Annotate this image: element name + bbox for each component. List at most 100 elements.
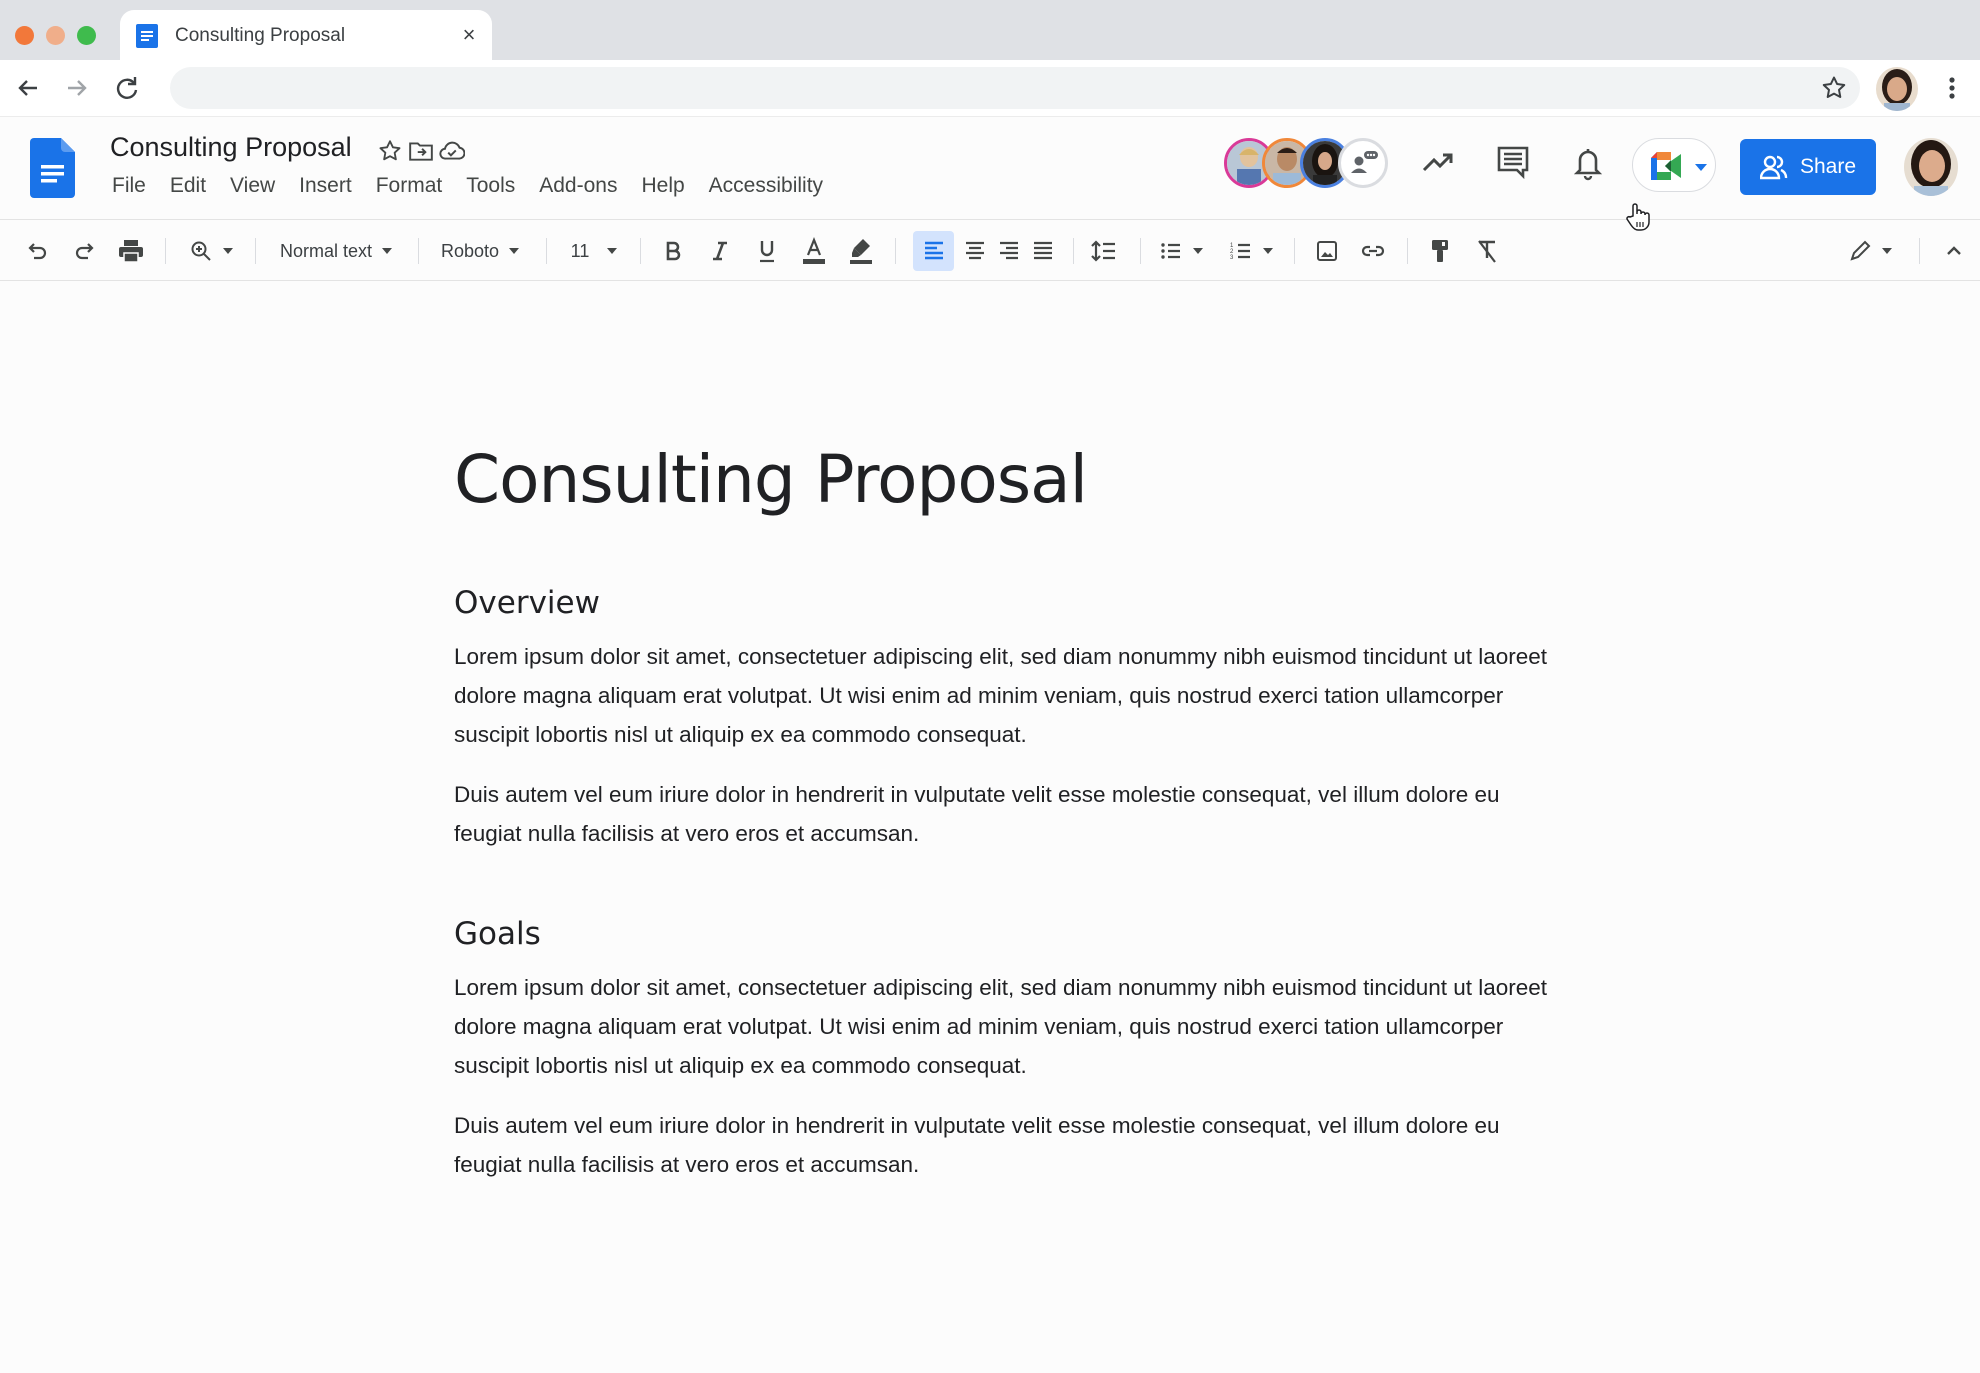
formatting-toolbar: Normal text Roboto 11 1 2 3: [0, 219, 1980, 281]
document-heading-title: Consulting Proposal: [454, 441, 1088, 518]
chevron-down-icon: [509, 248, 520, 254]
svg-text:3: 3: [1230, 255, 1234, 261]
toolbar-divider: [1073, 238, 1074, 264]
docs-home-logo-icon[interactable]: [30, 138, 75, 198]
chevron-down-icon: [607, 248, 618, 254]
align-justify-icon[interactable]: [1028, 235, 1058, 267]
more-vert-icon[interactable]: [1940, 72, 1964, 104]
share-people-icon: [1759, 155, 1788, 180]
zoom-icon: [191, 241, 211, 261]
address-bar[interactable]: [170, 67, 1860, 109]
align-right-icon[interactable]: [994, 235, 1024, 267]
zoom-dropdown[interactable]: [184, 235, 238, 267]
meet-dropdown-caret-icon: [1695, 164, 1707, 171]
pencil-icon: [1850, 240, 1871, 261]
window-maximize-button[interactable]: [77, 26, 96, 45]
numbered-list-dropdown[interactable]: 123: [1226, 235, 1276, 267]
font-family-dropdown[interactable]: Roboto: [432, 235, 528, 267]
window-close-button[interactable]: [15, 26, 34, 45]
redo-icon[interactable]: [68, 235, 100, 267]
hide-menus-chevron-up-icon[interactable]: [1938, 235, 1970, 267]
back-icon[interactable]: [12, 72, 44, 104]
bookmark-star-icon[interactable]: [1820, 74, 1848, 102]
url-input[interactable]: [190, 67, 1770, 109]
menu-bar: File Edit View Insert Format Tools Add-o…: [100, 170, 835, 202]
section-heading-goals: Goals: [454, 916, 541, 952]
clear-formatting-icon[interactable]: [1471, 235, 1503, 267]
menu-accessibility[interactable]: Accessibility: [697, 170, 835, 202]
line-spacing-icon[interactable]: [1088, 235, 1120, 267]
paragraph: Duis autem vel eum iriure dolor in hendr…: [454, 782, 1500, 846]
chevron-down-icon: [1193, 248, 1203, 254]
align-center-icon[interactable]: [960, 235, 990, 267]
menu-format[interactable]: Format: [364, 170, 455, 202]
move-to-folder-icon[interactable]: [408, 138, 434, 164]
menu-view[interactable]: View: [218, 170, 287, 202]
browser-profile-avatar[interactable]: [1876, 67, 1918, 111]
meet-icon: [1651, 152, 1681, 180]
chevron-down-icon: [382, 248, 393, 254]
docs-header: Consulting Proposal File Edit View Inser…: [0, 118, 1980, 218]
browser-tab[interactable]: Consulting Proposal ×: [120, 10, 492, 62]
font-family-value: Roboto: [440, 240, 500, 261]
share-button[interactable]: Share: [1740, 139, 1876, 195]
toolbar-divider: [255, 238, 256, 264]
chevron-down-icon: [1263, 248, 1273, 254]
toolbar-divider: [640, 238, 641, 264]
text-color-icon[interactable]: [798, 235, 830, 267]
numbered-list-icon: 123: [1230, 243, 1250, 261]
document-title[interactable]: Consulting Proposal: [110, 132, 352, 163]
reload-icon[interactable]: [111, 72, 143, 104]
star-icon[interactable]: [377, 138, 403, 164]
menu-help[interactable]: Help: [629, 170, 696, 202]
paragraph-style-dropdown[interactable]: Normal text: [270, 235, 402, 267]
chevron-down-icon: [1882, 248, 1892, 254]
menu-insert[interactable]: Insert: [287, 170, 364, 202]
cloud-saved-icon[interactable]: [439, 138, 465, 164]
google-meet-button[interactable]: [1632, 138, 1716, 192]
section-heading-overview: Overview: [454, 585, 600, 621]
toolbar-divider: [1294, 238, 1295, 264]
bulleted-list-icon: [1161, 243, 1180, 259]
window-minimize-button[interactable]: [46, 26, 65, 45]
chat-with-collaborators-icon[interactable]: [1338, 138, 1388, 188]
align-left-icon[interactable]: [913, 231, 954, 271]
activity-dashboard-icon[interactable]: [1418, 142, 1458, 182]
browser-tab-strip: Consulting Proposal ×: [0, 0, 1980, 62]
menu-tools[interactable]: Tools: [454, 170, 527, 202]
italic-icon[interactable]: [704, 235, 736, 267]
document-page[interactable]: Consulting Proposal Overview Lorem ipsum…: [454, 420, 1554, 1184]
paint-format-icon[interactable]: [1424, 235, 1456, 267]
toolbar-divider: [1407, 238, 1408, 264]
menu-edit[interactable]: Edit: [158, 170, 218, 202]
font-size-value: 11: [570, 240, 590, 261]
browser-toolbar: [0, 60, 1980, 117]
insert-link-icon[interactable]: [1357, 235, 1389, 267]
forward-icon[interactable]: [61, 72, 93, 104]
undo-icon[interactable]: [22, 235, 54, 267]
account-avatar[interactable]: [1904, 138, 1958, 196]
toolbar-divider: [165, 238, 166, 264]
comment-history-icon[interactable]: [1493, 142, 1533, 182]
bold-icon[interactable]: [657, 235, 689, 267]
insert-image-icon[interactable]: [1311, 235, 1343, 267]
bulleted-list-dropdown[interactable]: [1156, 235, 1206, 267]
print-icon[interactable]: [115, 235, 147, 267]
font-size-dropdown[interactable]: 11: [560, 235, 628, 267]
toolbar-divider: [418, 238, 419, 264]
menu-add-ons[interactable]: Add-ons: [527, 170, 629, 202]
share-label: Share: [1799, 155, 1857, 178]
toolbar-divider: [546, 238, 547, 264]
menu-file[interactable]: File: [100, 170, 158, 202]
tab-title: Consulting Proposal: [175, 25, 346, 46]
paragraph: Lorem ipsum dolor sit amet, consectetuer…: [454, 975, 1548, 1078]
chevron-down-icon: [223, 248, 233, 254]
paragraph-style-value: Normal text: [279, 240, 373, 261]
paragraph: Duis autem vel eum iriure dolor in hendr…: [454, 1113, 1500, 1177]
underline-icon[interactable]: [751, 235, 783, 267]
tab-close-icon[interactable]: ×: [456, 22, 482, 48]
highlight-color-icon[interactable]: [845, 235, 877, 267]
editing-mode-dropdown[interactable]: [1842, 235, 1898, 267]
notifications-bell-icon[interactable]: [1568, 142, 1608, 182]
google-docs-favicon: [136, 24, 158, 48]
